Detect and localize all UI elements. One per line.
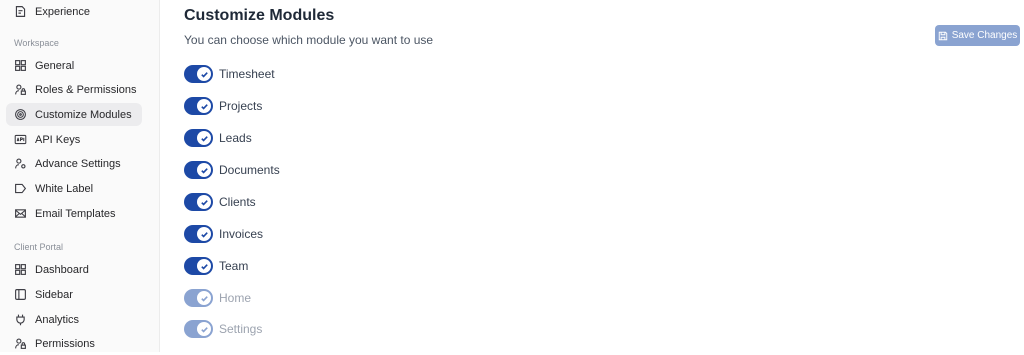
mail-icon [13, 207, 27, 221]
sidebar-item-label: General [35, 59, 75, 72]
module-label: Home [219, 291, 252, 305]
toggle-invoices[interactable] [184, 225, 213, 243]
module-row-settings: Settings [184, 320, 262, 338]
module-label: Projects [219, 99, 263, 113]
user-gear-icon [13, 157, 27, 171]
check-icon [197, 291, 211, 305]
module-label: Settings [219, 322, 263, 336]
sidebar-item-analytics[interactable]: Analytics [6, 308, 142, 331]
save-changes-button[interactable]: Save Changes [935, 25, 1020, 46]
module-row-projects: Projects [184, 97, 262, 115]
sidebar-item-sidebar[interactable]: Sidebar [6, 283, 142, 306]
edit-document-icon [13, 5, 27, 19]
save-changes-label: Save Changes [951, 30, 1018, 41]
sidebar-item-white-label[interactable]: White Label [6, 177, 142, 200]
fingerprint-icon [13, 108, 27, 122]
section-label-client-portal: Client Portal [14, 242, 64, 252]
check-icon [197, 259, 211, 273]
check-icon [197, 67, 211, 81]
module-label: Team [219, 259, 249, 273]
section-label-workspace: Workspace [14, 38, 59, 48]
toggle-timesheet[interactable] [184, 65, 213, 83]
sidebar-item-customize-modules[interactable]: Customize Modules [6, 103, 142, 126]
plug-icon [13, 313, 27, 327]
module-label: Invoices [219, 227, 264, 241]
grid-icon [13, 59, 27, 73]
sidebar-item-label: Dashboard [35, 263, 89, 276]
sidebar-item-label: API Keys [35, 133, 81, 146]
check-icon [197, 99, 211, 113]
module-row-invoices: Invoices [184, 225, 263, 243]
sidebar-item-api-keys[interactable]: API Keys [6, 128, 142, 151]
toggle-settings [184, 320, 213, 338]
module-row-timesheet: Timesheet [184, 65, 275, 83]
sidebar-item-label: Advance Settings [35, 157, 121, 170]
toggle-leads[interactable] [184, 129, 213, 147]
check-icon [197, 227, 211, 241]
api-icon [13, 133, 27, 147]
module-label: Timesheet [219, 67, 275, 81]
toggle-team[interactable] [184, 257, 213, 275]
page-subtitle: You can choose which module you want to … [184, 33, 434, 47]
grid-icon [13, 263, 27, 277]
check-icon [197, 131, 211, 145]
sidebar-item-label: Sidebar [35, 288, 73, 301]
module-label: Documents [219, 163, 280, 177]
module-label: Leads [219, 131, 252, 145]
toggle-documents[interactable] [184, 161, 213, 179]
sidebar-item-advance-settings[interactable]: Advance Settings [6, 152, 142, 175]
toggle-home [184, 289, 213, 307]
tag-icon [13, 182, 27, 196]
check-icon [197, 322, 211, 336]
module-row-clients: Clients [184, 193, 256, 211]
save-icon [938, 31, 948, 41]
sidebar-item-label: Roles & Permissions [35, 83, 137, 96]
sidebar-item-label: Permissions [35, 337, 95, 350]
sidebar-item-label: Analytics [35, 313, 80, 326]
sidebar-icon [13, 288, 27, 302]
check-icon [197, 163, 211, 177]
sidebar-item-email-templates[interactable]: Email Templates [6, 202, 142, 225]
module-label: Clients [219, 195, 256, 209]
users-lock-icon [13, 337, 27, 351]
sidebar-item-roles-permissions[interactable]: Roles & Permissions [6, 78, 142, 101]
sidebar-item-label: Customize Modules [35, 108, 132, 121]
sidebar-item-label: Email Templates [35, 207, 116, 220]
check-icon [197, 195, 211, 209]
toggle-projects[interactable] [184, 97, 213, 115]
module-row-home: Home [184, 289, 251, 307]
sidebar: Experience Workspace General Roles & Per… [0, 0, 160, 352]
page-title: Customize Modules [184, 7, 335, 24]
sidebar-item-general[interactable]: General [6, 54, 142, 77]
sidebar-item-dashboard[interactable]: Dashboard [6, 258, 142, 281]
sidebar-item-label: Experience [35, 5, 91, 18]
toggle-clients[interactable] [184, 193, 213, 211]
users-lock-icon [13, 83, 27, 97]
sidebar-item-experience[interactable]: Experience [6, 0, 142, 23]
module-row-team: Team [184, 257, 248, 275]
sidebar-item-label: White Label [35, 182, 94, 195]
module-row-documents: Documents [184, 161, 280, 179]
main-content: Customize Modules You can choose which m… [161, 0, 1024, 352]
module-row-leads: Leads [184, 129, 252, 147]
